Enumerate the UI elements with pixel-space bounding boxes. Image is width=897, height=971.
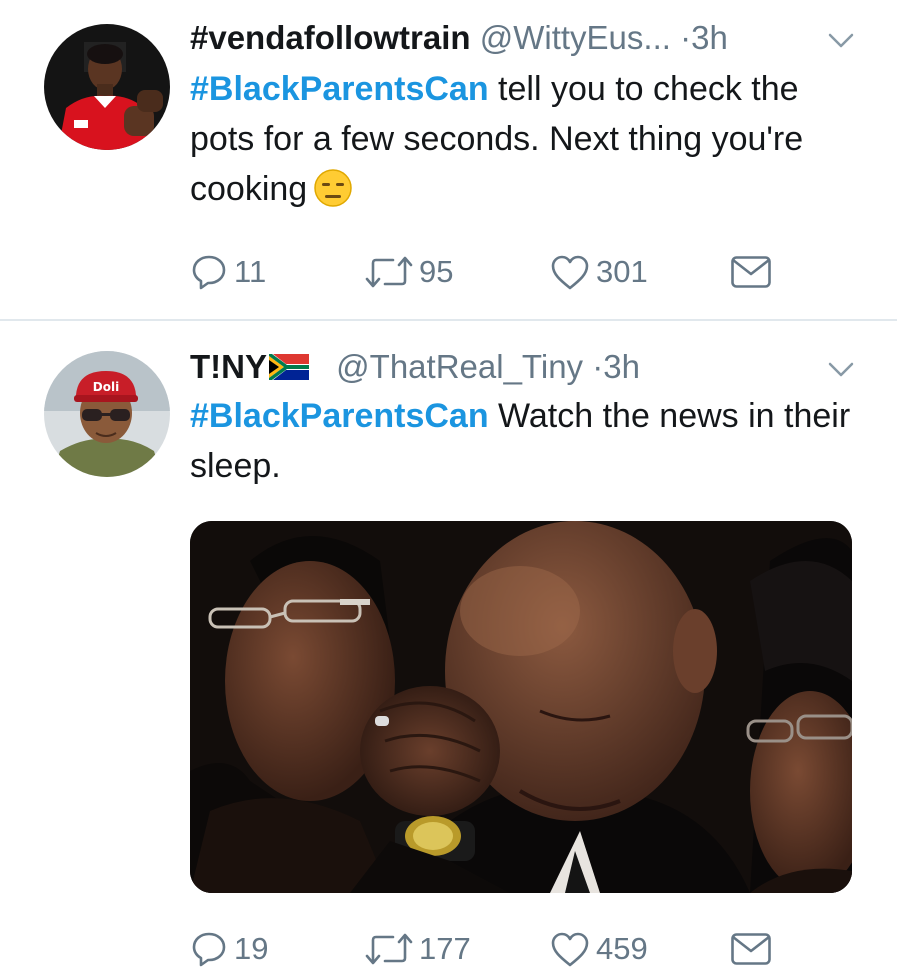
like-button[interactable]: 459 — [550, 927, 648, 971]
tweet-text: #BlackParentsCan tell you to check the p… — [190, 64, 870, 214]
like-button[interactable]: 301 — [550, 250, 648, 294]
user-handle[interactable]: @ThatReal_Tiny — [336, 348, 583, 385]
tweet-actions: 19 177 459 — [190, 927, 790, 971]
separator-dot: · — [680, 19, 692, 56]
reply-button[interactable]: 11 — [190, 250, 266, 294]
retweet-count: 177 — [419, 931, 471, 966]
like-icon — [551, 255, 589, 290]
avatar[interactable] — [44, 24, 170, 150]
retweet-button[interactable]: 95 — [365, 250, 453, 294]
retweet-count: 95 — [419, 254, 454, 289]
direct-message-icon — [731, 933, 771, 965]
direct-message-button[interactable] — [730, 250, 772, 294]
reply-count: 19 — [234, 931, 269, 966]
like-count: 459 — [596, 931, 648, 966]
reply-button[interactable]: 19 — [190, 927, 268, 971]
tweet-text: #BlackParentsCan Watch the news in their… — [190, 391, 870, 491]
tweet[interactable]: #vendafollowtrain @WittyEus... ·3h #Blac… — [0, 0, 897, 320]
retweet-icon — [365, 256, 413, 288]
timestamp[interactable]: 3h — [691, 19, 728, 56]
expressionless-face-icon — [314, 169, 352, 207]
timestamp[interactable]: 3h — [603, 348, 640, 385]
hashtag-link[interactable]: #BlackParentsCan — [190, 397, 489, 435]
retweet-button[interactable]: 177 — [365, 927, 471, 971]
avatar[interactable]: Doli — [44, 351, 170, 477]
like-count: 301 — [596, 254, 648, 289]
chevron-down-icon[interactable] — [827, 361, 855, 379]
south-africa-flag-icon — [269, 354, 309, 380]
display-name[interactable]: #vendafollowtrain — [190, 19, 471, 56]
reply-count: 11 — [234, 254, 267, 289]
reply-icon — [192, 932, 226, 967]
tweet-header: #vendafollowtrain @WittyEus... ·3h — [190, 18, 728, 58]
tweet-header: T!NY @ThatReal_Tiny ·3h — [190, 347, 640, 387]
tweet-actions: 11 95 301 — [190, 250, 790, 294]
direct-message-icon — [731, 256, 771, 288]
separator-dot: · — [592, 348, 604, 385]
direct-message-button[interactable] — [730, 927, 772, 971]
like-icon — [551, 932, 589, 967]
retweet-icon — [365, 933, 413, 965]
tweet-photo[interactable] — [190, 521, 852, 893]
user-handle[interactable]: @WittyEus... — [480, 19, 671, 56]
reply-icon — [192, 255, 226, 290]
tweet[interactable]: Doli T!NY @ThatReal_Tiny ·3h #BlackParen… — [0, 321, 897, 967]
chevron-down-icon[interactable] — [827, 32, 855, 50]
display-name[interactable]: T!NY — [190, 348, 267, 385]
svg-text:Doli: Doli — [93, 380, 119, 394]
hashtag-link[interactable]: #BlackParentsCan — [190, 70, 489, 108]
